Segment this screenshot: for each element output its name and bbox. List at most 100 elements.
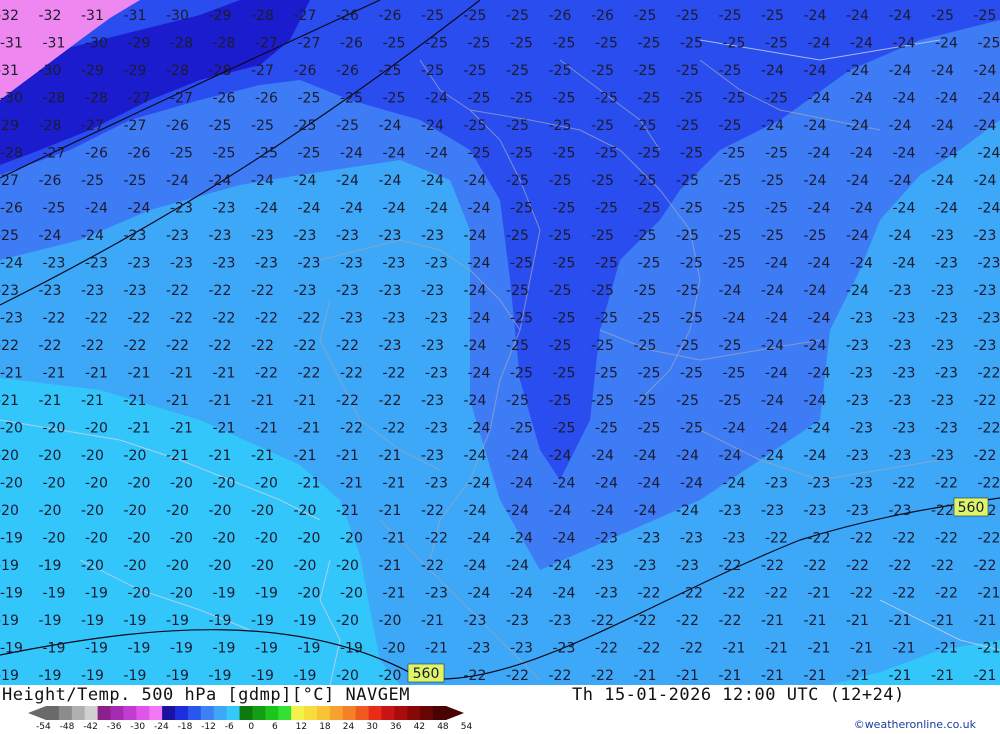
- temperature-value: -24: [464, 503, 487, 519]
- temperature-value: -28: [39, 118, 62, 134]
- temperature-value: -21: [336, 448, 359, 464]
- temperature-value: -22: [723, 586, 746, 602]
- temperature-value: -19: [43, 641, 66, 657]
- temperature-value: -23: [170, 256, 193, 272]
- temperature-value: -20: [124, 558, 147, 574]
- temperature-value: -23: [294, 283, 317, 299]
- temperature-value: -23: [935, 366, 958, 382]
- temperature-value: -21: [209, 393, 232, 409]
- scale-swatch: [46, 706, 59, 720]
- scale-swatch: [330, 706, 343, 720]
- temperature-value: -23: [506, 613, 529, 629]
- contour-label-560-south: 560: [408, 664, 444, 682]
- temperature-value: -22: [761, 558, 784, 574]
- temperature-value: -21: [379, 503, 402, 519]
- temperature-value: -29: [0, 118, 19, 134]
- temperature-value: -25: [719, 228, 742, 244]
- temperature-value: -22: [974, 448, 997, 464]
- temperature-value: -22: [893, 531, 916, 547]
- temperature-value: -23: [595, 531, 618, 547]
- temperature-value: -27: [170, 91, 193, 107]
- temperature-value: -23: [719, 503, 742, 519]
- temperature-value: -22: [39, 338, 62, 354]
- temperature-value: -24: [634, 503, 657, 519]
- temperature-value: -25: [719, 8, 742, 24]
- temperature-value: -27: [124, 118, 147, 134]
- temperature-value: -23: [638, 531, 661, 547]
- temperature-value: -21: [383, 586, 406, 602]
- temperature-value: -25: [676, 338, 699, 354]
- temperature-value: -32: [0, 8, 19, 24]
- temperature-value: -23: [251, 228, 274, 244]
- temperature-value: -24: [723, 311, 746, 327]
- temperature-value: -21: [634, 668, 657, 684]
- temperature-value: -25: [510, 421, 533, 437]
- temperature-value: -19: [340, 641, 363, 657]
- temperature-value: -24: [850, 256, 873, 272]
- temperature-value: -19: [0, 613, 19, 629]
- temperature-value: -24: [549, 503, 572, 519]
- temperature-value: -24: [761, 393, 784, 409]
- temperature-value: -24: [974, 118, 997, 134]
- temperature-value: -24: [893, 256, 916, 272]
- temperature-value: -24: [506, 558, 529, 574]
- temperature-value: -23: [889, 338, 912, 354]
- temperature-value: -21: [893, 641, 916, 657]
- temperature-value: -24: [846, 63, 869, 79]
- temperature-value: -26: [0, 201, 23, 217]
- temperature-value: -25: [638, 421, 661, 437]
- temperature-value: -21: [978, 641, 1000, 657]
- temperature-value: -23: [464, 613, 487, 629]
- temperature-value: -25: [510, 201, 533, 217]
- temperature-value: -19: [0, 586, 23, 602]
- temperature-value: -19: [81, 668, 104, 684]
- scale-swatch: [149, 706, 162, 720]
- temperature-value: -24: [808, 311, 831, 327]
- temperature-value: -24: [468, 476, 491, 492]
- temperature-value: -25: [723, 91, 746, 107]
- temperature-value: -19: [85, 586, 108, 602]
- temperature-value: -23: [974, 283, 997, 299]
- temperature-value: -23: [850, 311, 873, 327]
- temperature-value: -24: [808, 256, 831, 272]
- temperature-value: -23: [383, 311, 406, 327]
- temperature-value: -25: [591, 338, 614, 354]
- temperature-value: -25: [43, 201, 66, 217]
- temperature-value: -24: [680, 476, 703, 492]
- temperature-value: -26: [255, 91, 278, 107]
- temperature-value: -22: [804, 558, 827, 574]
- temperature-value: -19: [0, 668, 19, 684]
- temperature-value: -22: [595, 641, 618, 657]
- temperature-value: -21: [808, 641, 831, 657]
- temperature-value: -31: [43, 36, 66, 52]
- temperature-value: -28: [251, 8, 274, 24]
- temperature-value: -25: [761, 173, 784, 189]
- temperature-value: -19: [209, 668, 232, 684]
- temperature-value: -24: [931, 118, 954, 134]
- temperature-value: -25: [638, 201, 661, 217]
- temperature-value: -23: [383, 256, 406, 272]
- temperature-value: -24: [468, 586, 491, 602]
- temperature-value: -24: [893, 146, 916, 162]
- temperature-value: -19: [124, 613, 147, 629]
- credit-link[interactable]: ©weatheronline.co.uk: [854, 718, 976, 731]
- temperature-value: -24: [468, 421, 491, 437]
- temperature-value: -25: [723, 256, 746, 272]
- temperature-value: -22: [978, 476, 1000, 492]
- temperature-value: -25: [464, 63, 487, 79]
- temperature-value: -24: [808, 201, 831, 217]
- temperature-value: -23: [723, 531, 746, 547]
- temperature-value: -25: [383, 91, 406, 107]
- temperature-value: -25: [468, 36, 491, 52]
- temperature-value: -24: [506, 448, 529, 464]
- temperature-value: -21: [931, 613, 954, 629]
- temperature-value: -22: [336, 393, 359, 409]
- temperature-value: -25: [680, 366, 703, 382]
- temperature-value: -25: [638, 91, 661, 107]
- temperature-value: -25: [336, 118, 359, 134]
- temperature-value: -23: [128, 256, 151, 272]
- scale-tick-label: -42: [83, 722, 98, 732]
- temperature-value: -25: [680, 201, 703, 217]
- temperature-value: -20: [0, 503, 19, 519]
- temperature-value: -23: [340, 256, 363, 272]
